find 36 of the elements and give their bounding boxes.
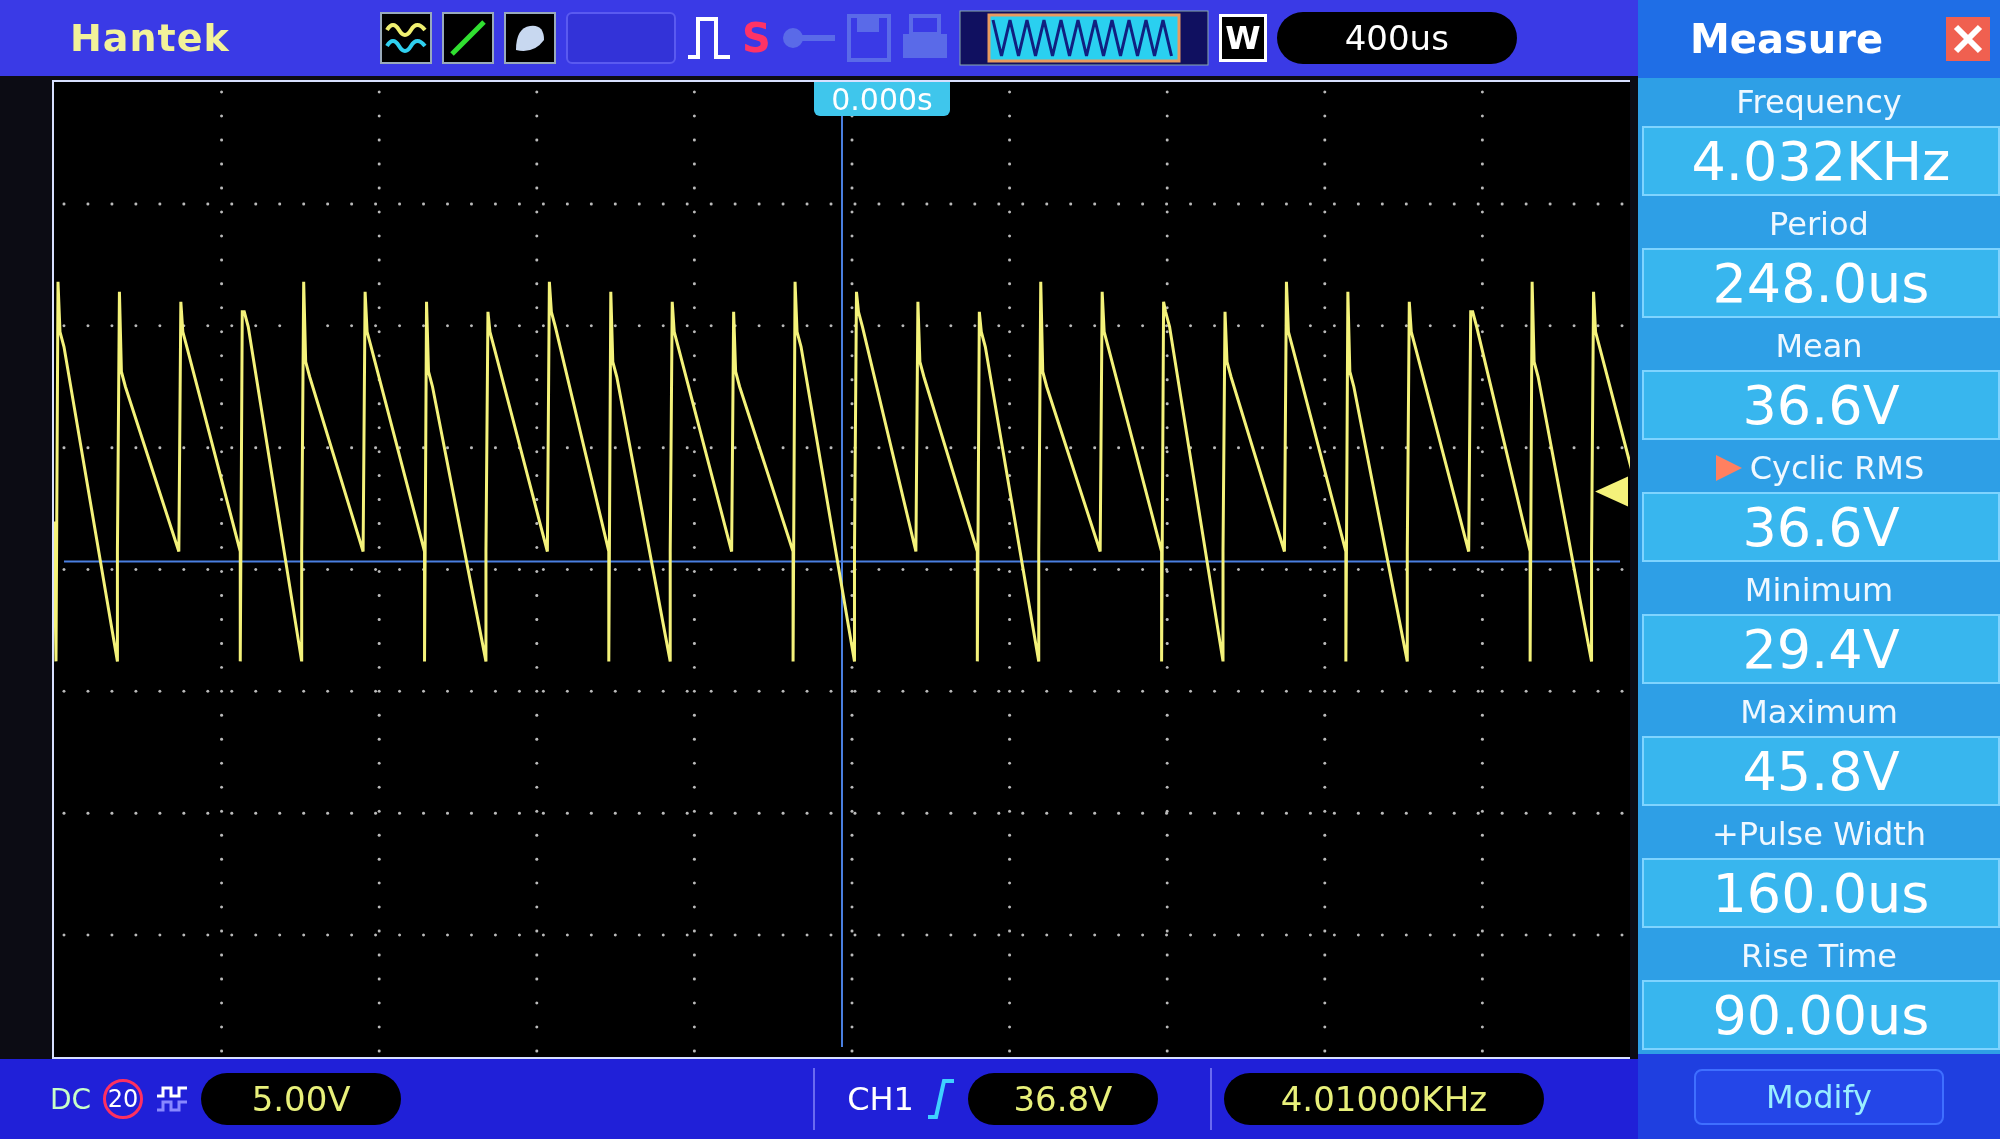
measurement-value: 45.8V: [1642, 736, 2000, 806]
measurement-label: +Pulse Width: [1711, 815, 1927, 853]
coupling-label: DC: [50, 1082, 92, 1116]
measurement-value: 29.4V: [1642, 614, 2000, 684]
brand-logo: Hantek: [70, 16, 231, 60]
trigger-source: CH1: [847, 1080, 914, 1118]
measurement-label: Frequency: [1736, 83, 1902, 121]
measurement-value: 160.0us: [1642, 858, 2000, 928]
measurement-value: 36.6V: [1642, 492, 2000, 562]
measurement-value: 36.6V: [1642, 370, 2000, 440]
measurement-value: 248.0us: [1642, 248, 2000, 318]
trigger-level-marker: [1595, 476, 1628, 507]
rising-edge-icon: [925, 1077, 956, 1121]
measurement-label: Mean: [1775, 327, 1863, 365]
measurement-value: 4.032KHz: [1642, 126, 2000, 196]
close-button[interactable]: [1946, 17, 1990, 61]
save-icon: [846, 14, 891, 62]
trigger-position: 0.000s: [814, 82, 950, 116]
measurement-label: Maximum: [1740, 693, 1898, 731]
measurement-label: Period: [1769, 205, 1869, 243]
measurement-value: 90.00us: [1642, 980, 2000, 1050]
bandwidth-limit: 20: [103, 1079, 144, 1119]
panel-title: Measure: [1690, 16, 1884, 62]
persistence-icon[interactable]: [504, 12, 556, 64]
square-wave-icon: [155, 1084, 190, 1114]
measurement-label: Minimum: [1744, 571, 1894, 609]
trigger-frequency: 4.01000KHz: [1223, 1073, 1544, 1125]
measurement-label: Rise Time: [1741, 937, 1897, 975]
volts-per-div: 5.00V: [201, 1073, 402, 1125]
modify-button[interactable]: Modify: [1694, 1068, 1944, 1125]
waveforms-icon[interactable]: [380, 12, 432, 64]
run-status: S: [742, 15, 771, 61]
timebase-display: 400us: [1276, 12, 1517, 64]
measurement-label: Cyclic RMS: [1749, 449, 1925, 487]
zoom-key[interactable]: W: [1218, 14, 1267, 62]
trigger-level: 36.8V: [967, 1073, 1158, 1125]
